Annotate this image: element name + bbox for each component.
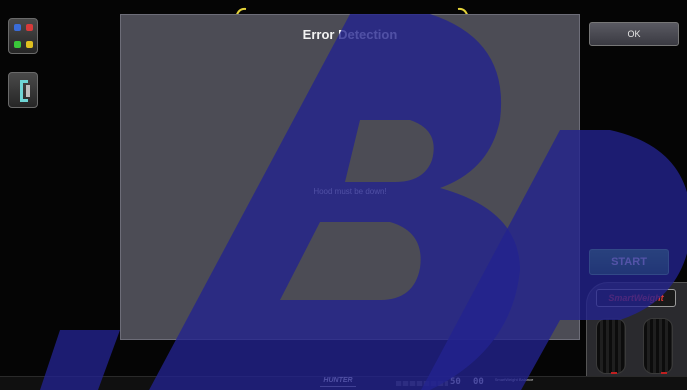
status-progress-track: [396, 381, 448, 386]
left-weight-marker: [611, 372, 617, 374]
smartweight-status-label: SmartWeight Balance: [494, 377, 534, 382]
clip-weight-icon: [20, 80, 30, 102]
display-settings-button[interactable]: [8, 18, 38, 54]
dialog-title: Error Detection: [302, 27, 398, 42]
ok-button[interactable]: OK: [589, 22, 679, 46]
left-tire-graphic: [596, 318, 626, 374]
hunter-logo: HUNTER: [320, 377, 356, 387]
start-button[interactable]: START: [589, 249, 669, 275]
readout-left: 50: [450, 377, 461, 387]
dialog-message: Hood must be down!: [313, 187, 387, 196]
right-weight-marker: [661, 372, 667, 374]
left-toolbar: [0, 10, 44, 370]
balancer-screen: Error Detection Hood must be down! OK ST…: [0, 0, 687, 390]
right-tire-graphic: [643, 318, 673, 374]
readout-right: 00: [473, 377, 484, 387]
clip-weight-button[interactable]: [8, 72, 38, 108]
smartweight-logo[interactable]: SmartWeight: [596, 289, 676, 307]
error-detection-dialog: Error Detection Hood must be down!: [120, 14, 580, 340]
